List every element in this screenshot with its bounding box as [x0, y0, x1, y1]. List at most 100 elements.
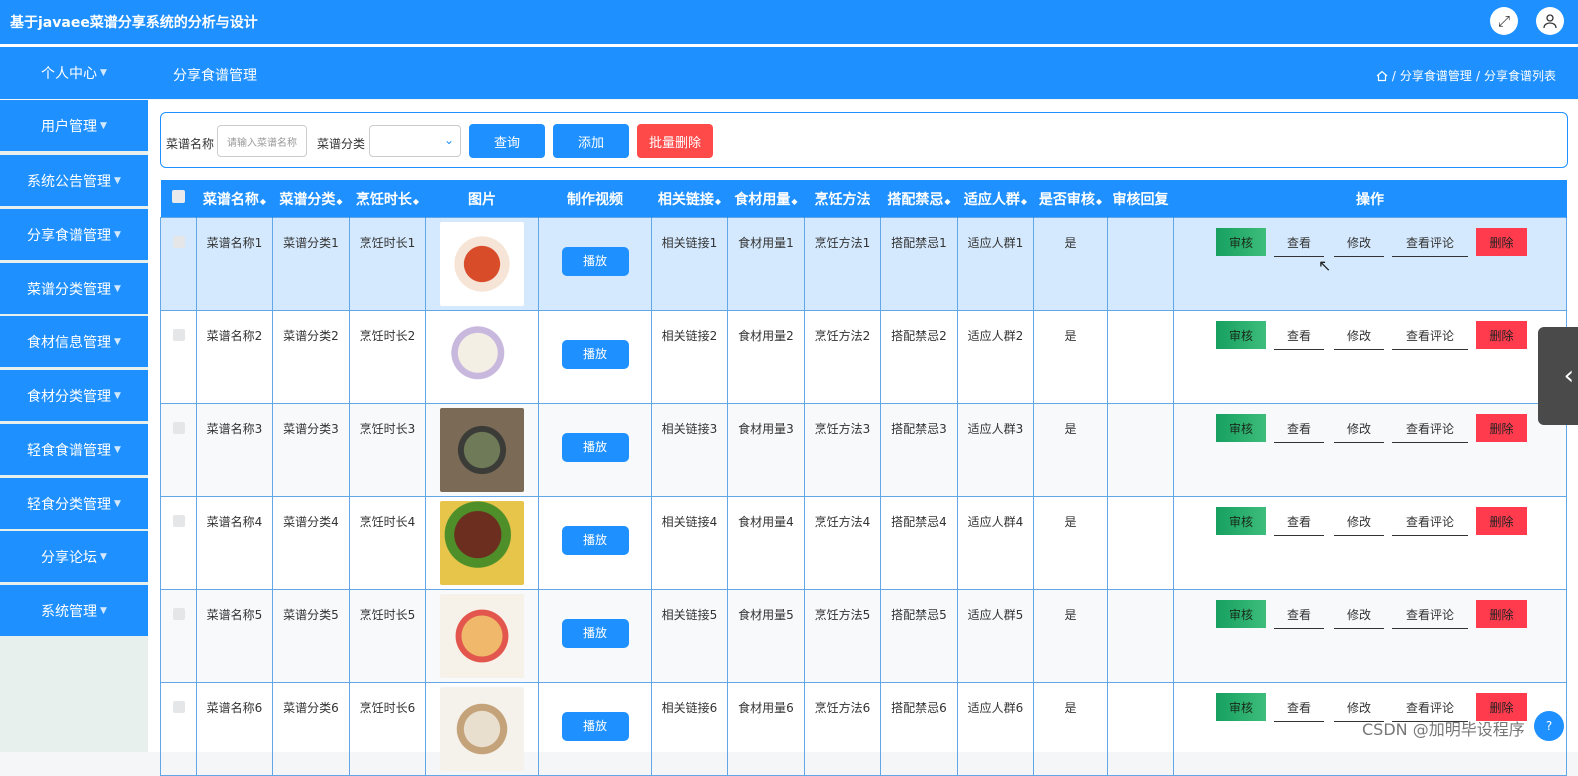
select-all-checkbox[interactable]	[160, 180, 197, 218]
sort-icon[interactable]: ◆	[260, 197, 266, 206]
sidebar-item-light-categories[interactable]: 轻食分类管理 ▼	[0, 478, 148, 529]
view-button[interactable]: 查看	[1274, 414, 1324, 443]
col-ingredients[interactable]: 食材用量◆	[727, 180, 805, 218]
sidebar-item-notices[interactable]: 系统公告管理 ▼	[0, 155, 148, 206]
breadcrumb-level1[interactable]: 分享食谱管理	[1400, 67, 1472, 84]
view-button[interactable]: 查看	[1274, 507, 1324, 536]
cell-audited: 是	[1033, 217, 1108, 311]
sidebar-item-users[interactable]: 用户管理 ▼	[0, 100, 148, 151]
audit-button[interactable]: 审核	[1216, 228, 1266, 256]
audit-button[interactable]: 审核	[1216, 600, 1266, 628]
col-method: 烹饪方法	[804, 180, 881, 218]
audit-button[interactable]: 审核	[1216, 507, 1266, 535]
sidebar-item-system[interactable]: 系统管理 ▼	[0, 585, 148, 636]
cell-image	[425, 217, 539, 311]
delete-button[interactable]: 删除	[1476, 321, 1527, 349]
breadcrumb-separator: /	[1391, 68, 1396, 83]
audit-button[interactable]: 审核	[1216, 321, 1266, 349]
side-collapse-tab[interactable]: ‹	[1538, 327, 1578, 425]
col-recipe-name[interactable]: 菜谱名称◆	[196, 180, 273, 218]
edit-button[interactable]: 修改	[1334, 507, 1384, 536]
table-row[interactable]: 菜谱名称5 菜谱分类5 烹饪时长5 播放 相关链接5 食材用量5 烹饪方法5 搭配禁忌5 适应人…	[160, 589, 1567, 683]
row-checkbox[interactable]	[160, 217, 197, 311]
sidebar-item-recipe-categories[interactable]: 菜谱分类管理 ▼	[0, 263, 148, 314]
chevron-down-icon: ▼	[114, 283, 121, 294]
row-checkbox[interactable]	[160, 496, 197, 590]
sidebar-item-forum[interactable]: 分享论坛 ▼	[0, 531, 148, 582]
play-button[interactable]: 播放	[561, 340, 629, 369]
table-row[interactable]: 菜谱名称3 菜谱分类3 烹饪时长3 播放 相关链接3 食材用量3 烹饪方法3 搭配禁忌3 适应人…	[160, 403, 1567, 497]
sidebar-item-ingredients[interactable]: 食材信息管理 ▼	[0, 316, 148, 367]
cell-actions: 审核 查看 修改 查看评论 删除	[1173, 496, 1567, 590]
row-checkbox[interactable]	[160, 310, 197, 404]
delete-button[interactable]: 删除	[1476, 600, 1527, 628]
view-comments-button[interactable]: 查看评论	[1392, 414, 1468, 443]
view-comments-button[interactable]: 查看评论	[1392, 507, 1468, 536]
play-button[interactable]: 播放	[561, 247, 629, 276]
play-button[interactable]: 播放	[561, 526, 629, 555]
table-row[interactable]: 菜谱名称4 菜谱分类4 烹饪时长4 播放 相关链接4 食材用量4 烹饪方法4 搭配禁忌4 适应人…	[160, 496, 1567, 590]
edit-button[interactable]: 修改	[1334, 228, 1384, 257]
floating-help-button[interactable]: ?	[1534, 711, 1564, 741]
table-row[interactable]: 菜谱名称6 菜谱分类6 烹饪时长6 播放 相关链接6 食材用量6 烹饪方法6 搭配禁忌6 适应人…	[160, 682, 1567, 776]
col-link[interactable]: 相关链接◆	[651, 180, 728, 218]
sidebar-item-personal-center[interactable]: 个人中心 ▼	[0, 47, 148, 99]
view-button[interactable]: 查看	[1274, 693, 1324, 722]
delete-button[interactable]: 删除	[1476, 507, 1527, 535]
edit-button[interactable]: 修改	[1334, 321, 1384, 350]
view-comments-button[interactable]: 查看评论	[1392, 600, 1468, 629]
sidebar-item-ingredient-categories[interactable]: 食材分类管理 ▼	[0, 370, 148, 421]
delete-button[interactable]: 删除	[1476, 414, 1527, 442]
add-button[interactable]: 添加	[553, 124, 629, 158]
recipe-name-input[interactable]: 请输入菜谱名称	[217, 125, 307, 157]
edit-button[interactable]: 修改	[1334, 414, 1384, 443]
play-button[interactable]: 播放	[561, 619, 629, 648]
home-icon[interactable]	[1376, 70, 1388, 82]
cell-link: 相关链接3	[651, 403, 728, 497]
view-comments-button[interactable]: 查看评论	[1392, 321, 1468, 350]
recipe-category-select[interactable]: ⌄	[369, 125, 461, 157]
table-row[interactable]: 菜谱名称2 菜谱分类2 烹饪时长2 播放 相关链接2 食材用量2 烹饪方法2 搭配禁忌2 适应人…	[160, 310, 1567, 404]
col-taboo[interactable]: 搭配禁忌◆	[880, 180, 958, 218]
sidebar-item-light-recipes[interactable]: 轻食食谱管理 ▼	[0, 424, 148, 475]
cell-taboo: 搭配禁忌5	[880, 589, 958, 683]
cell-method: 烹饪方法5	[804, 589, 881, 683]
row-checkbox[interactable]	[160, 682, 197, 776]
search-bar: 菜谱名称 请输入菜谱名称 菜谱分类 ⌄ 查询 添加 批量删除	[160, 112, 1568, 168]
play-button[interactable]: 播放	[561, 712, 629, 741]
sort-icon[interactable]: ◆	[1021, 197, 1027, 206]
row-checkbox[interactable]	[160, 589, 197, 683]
delete-button[interactable]: 删除	[1476, 228, 1527, 256]
edit-button[interactable]: 修改	[1334, 600, 1384, 629]
top-bar: 基于javaee菜谱分享系统的分析与设计 ⤢	[0, 0, 1578, 44]
sort-icon[interactable]: ◆	[413, 197, 419, 206]
user-avatar-glyph	[1543, 14, 1557, 29]
sort-icon[interactable]: ◆	[1096, 197, 1102, 206]
sort-icon[interactable]: ◆	[944, 197, 950, 206]
audit-button[interactable]: 审核	[1216, 414, 1266, 442]
col-audited[interactable]: 是否审核◆	[1033, 180, 1108, 218]
col-crowd[interactable]: 适应人群◆	[957, 180, 1034, 218]
user-icon[interactable]	[1536, 7, 1564, 35]
row-checkbox[interactable]	[160, 403, 197, 497]
audit-button[interactable]: 审核	[1216, 693, 1266, 721]
view-button[interactable]: 查看	[1274, 228, 1324, 257]
sort-icon[interactable]: ◆	[791, 197, 797, 206]
col-cook-duration[interactable]: 烹饪时长◆	[349, 180, 426, 218]
query-button[interactable]: 查询	[469, 124, 545, 158]
batch-delete-button[interactable]: 批量删除	[637, 124, 713, 158]
play-button[interactable]: 播放	[561, 433, 629, 462]
fullscreen-icon[interactable]: ⤢	[1490, 7, 1518, 35]
col-label: 烹饪时长	[355, 191, 412, 208]
sort-icon[interactable]: ◆	[715, 197, 721, 206]
col-recipe-category[interactable]: 菜谱分类◆	[272, 180, 350, 218]
view-comments-button[interactable]: 查看评论	[1392, 228, 1468, 257]
cell-video: 播放	[538, 217, 652, 311]
view-button[interactable]: 查看	[1274, 600, 1324, 629]
recipe-category-label: 菜谱分类	[317, 137, 366, 151]
sidebar-item-shared-recipes[interactable]: 分享食谱管理 ▼	[0, 209, 148, 260]
table-row[interactable]: 菜谱名称1 菜谱分类1 烹饪时长1 播放 相关链接1 食材用量1 烹饪方法1 搭配禁忌1 适应人…	[160, 217, 1567, 311]
sort-icon[interactable]: ◆	[336, 197, 342, 206]
view-button[interactable]: 查看	[1274, 321, 1324, 350]
cell-recipe-category: 菜谱分类3	[272, 403, 350, 497]
